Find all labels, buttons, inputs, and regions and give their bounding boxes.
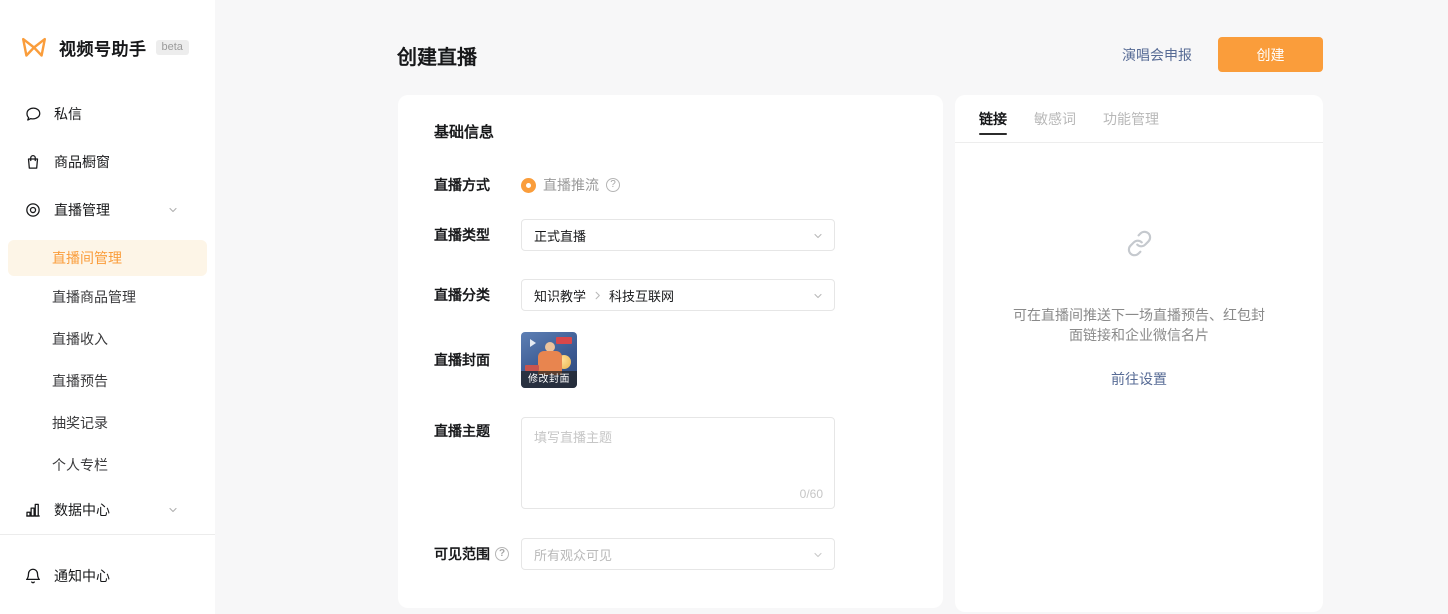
sidebar-subitem-live-trailer[interactable]: 直播预告 (0, 360, 215, 402)
form-row-live-method: 直播方式 直播推流 ? (434, 175, 907, 195)
live-category-label: 直播分类 (434, 285, 521, 305)
page-title: 创建直播 (397, 41, 477, 70)
form-row-live-type: 直播类型 正式直播 (434, 219, 907, 251)
chevron-down-icon (812, 549, 824, 561)
sidebar-item-label: 直播管理 (54, 200, 110, 220)
sidebar-item-label: 商品橱窗 (54, 152, 110, 172)
visibility-label: 可见范围 ? (434, 544, 521, 564)
form-row-visibility: 可见范围 ? 所有观众可见 (434, 538, 907, 570)
shopping-bag-icon (24, 153, 42, 171)
sidebar-subitem-live-goods[interactable]: 直播商品管理 (0, 276, 215, 318)
panel-tabs: 链接 敏感词 功能管理 (955, 95, 1323, 143)
sidebar-item-messages[interactable]: 私信 (0, 90, 215, 138)
tab-feature-management[interactable]: 功能管理 (1103, 95, 1159, 143)
sidebar-item-live[interactable]: 直播管理 (0, 186, 215, 234)
chevron-right-icon (592, 290, 603, 301)
sidebar-subitem-lottery-records[interactable]: 抽奖记录 (0, 402, 215, 444)
help-icon[interactable]: ? (495, 547, 509, 561)
chat-bubble-icon (24, 105, 42, 123)
live-category-select[interactable]: 知识教学 科技互联网 (521, 279, 835, 311)
sidebar-subitem-label: 个人专栏 (52, 455, 108, 475)
chevron-down-icon (812, 230, 824, 242)
live-type-label: 直播类型 (434, 225, 521, 245)
link-chain-icon (1126, 230, 1153, 257)
sidebar: 视频号助手 beta 私信 直播管理 商品橱窗 直播管理 直播间管理 (0, 0, 215, 614)
category-parent-value: 知识教学 (534, 286, 586, 305)
sidebar-item-data-center[interactable]: 数据中心 (0, 486, 215, 534)
sidebar-item-shop[interactable]: 直播管理 商品橱窗 (0, 138, 215, 186)
visibility-value: 所有观众可见 (534, 545, 612, 564)
goto-settings-link[interactable]: 前往设置 (1111, 369, 1167, 389)
chevron-down-icon (812, 290, 824, 302)
sidebar-subitem-live-income[interactable]: 直播收入 (0, 318, 215, 360)
tab-sensitive-words[interactable]: 敏感词 (1034, 95, 1076, 143)
category-child-value: 科技互联网 (609, 286, 674, 305)
chevron-down-icon[interactable] (167, 504, 179, 516)
brand-header: 视频号助手 beta (0, 0, 215, 61)
live-topic-textarea[interactable] (522, 418, 834, 486)
tab-links[interactable]: 链接 (979, 95, 1007, 143)
help-icon[interactable]: ? (606, 178, 620, 192)
bar-chart-icon (24, 501, 42, 519)
side-panel-card: 链接 敏感词 功能管理 可在直播间推送下一场直播预告、红包封面链接和企业微信名片… (955, 95, 1323, 612)
live-type-select[interactable]: 正式直播 (521, 219, 835, 251)
live-topic-field-wrap: 0/60 (521, 417, 835, 509)
sidebar-subitem-live-rooms[interactable]: 直播间管理 (8, 240, 207, 276)
chevron-down-icon[interactable] (167, 204, 179, 216)
live-topic-label: 直播主题 (434, 421, 521, 441)
links-empty-state: 可在直播间推送下一场直播预告、红包封面链接和企业微信名片 前往设置 (955, 143, 1323, 389)
radio-option-label: 直播推流 (543, 175, 599, 195)
edit-cover-overlay[interactable]: 修改封面 (521, 371, 577, 388)
bell-icon (24, 567, 42, 585)
section-title: 基础信息 (434, 123, 907, 143)
main-area: 创建直播 演唱会申报 创建 基础信息 直播方式 直播推流 ? 直播类型 正式直播 (215, 0, 1448, 614)
sidebar-item-label: 私信 (54, 104, 82, 124)
beta-badge: beta (156, 40, 189, 55)
form-row-live-topic: 直播主题 0/60 (434, 417, 907, 509)
app-window: 视频号助手 beta 私信 直播管理 商品橱窗 直播管理 直播间管理 (0, 0, 1448, 614)
basic-info-card: 基础信息 直播方式 直播推流 ? 直播类型 正式直播 直播分类 (398, 95, 943, 608)
play-triangle-icon (530, 339, 536, 347)
visibility-label-text: 可见范围 (434, 544, 490, 564)
sidebar-divider (0, 534, 215, 535)
header-actions: 演唱会申报 创建 (1122, 37, 1323, 72)
live-record-icon (24, 201, 42, 219)
visibility-select[interactable]: 所有观众可见 (521, 538, 835, 570)
sidebar-item-notifications[interactable]: 通知中心 (0, 552, 215, 600)
channels-logo-icon (18, 34, 50, 61)
sidebar-subitem-label: 直播收入 (52, 329, 108, 349)
sidebar-item-label: 通知中心 (54, 566, 110, 586)
create-button[interactable]: 创建 (1218, 37, 1323, 72)
cover-red-tag (556, 337, 572, 344)
char-counter: 0/60 (800, 487, 823, 501)
live-cover-label: 直播封面 (434, 350, 521, 370)
radio-selected-icon[interactable] (521, 178, 536, 193)
sidebar-subitem-label: 直播商品管理 (52, 287, 136, 307)
live-type-value: 正式直播 (534, 226, 586, 245)
concert-apply-link[interactable]: 演唱会申报 (1122, 45, 1192, 65)
empty-state-description: 可在直播间推送下一场直播预告、红包封面链接和企业微信名片 (1008, 305, 1270, 345)
sidebar-subitem-label: 直播预告 (52, 371, 108, 391)
brand-title: 视频号助手 (59, 35, 147, 60)
form-row-live-category: 直播分类 知识教学 科技互联网 (434, 279, 907, 311)
form-row-live-cover: 直播封面 修改封面 (434, 332, 907, 388)
live-method-radio-option[interactable]: 直播推流 ? (521, 175, 620, 195)
live-cover-thumbnail[interactable]: 修改封面 (521, 332, 577, 388)
sidebar-nav: 私信 直播管理 商品橱窗 直播管理 直播间管理 直播商品管理 直播收入 (0, 90, 215, 600)
sidebar-item-label: 数据中心 (54, 500, 110, 520)
sidebar-subitem-label: 直播间管理 (52, 248, 122, 268)
sidebar-subitem-personal-column[interactable]: 个人专栏 (0, 444, 215, 486)
live-method-label: 直播方式 (434, 175, 521, 195)
sidebar-subitem-label: 抽奖记录 (52, 413, 108, 433)
